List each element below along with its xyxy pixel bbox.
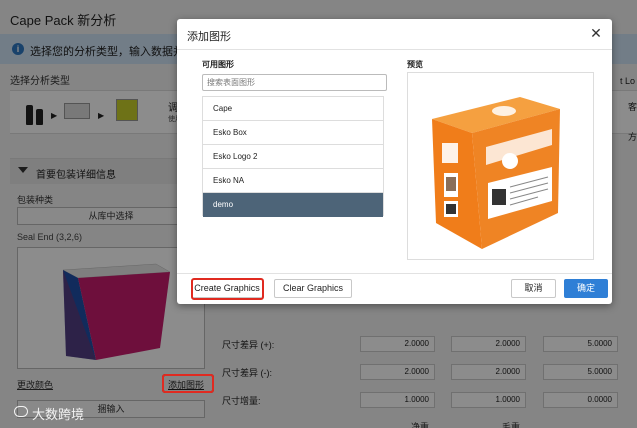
create-graphics-button[interactable]: Create Graphics [191,279,263,298]
divider [177,273,612,274]
watermark-text: 大数跨境 [32,407,85,422]
ok-button[interactable]: 确定 [564,279,608,298]
list-item[interactable]: Esko Box [203,121,383,145]
graphic-preview [407,72,594,260]
watermark-icon [14,406,28,417]
available-graphics-label: 可用图形 [202,60,234,69]
box-preview-icon [432,97,560,249]
divider [177,49,612,50]
clear-graphics-button[interactable]: Clear Graphics [274,279,352,298]
add-graphic-dialog: 添加图形 ✕ 可用图形 预览 Cape Esko Box Esko Logo 2… [177,19,612,304]
close-icon[interactable]: ✕ [588,25,604,41]
list-item[interactable]: Esko NA [203,169,383,193]
graphics-search-input[interactable] [202,74,387,91]
list-item-selected[interactable]: demo [203,193,383,217]
graphics-list: Cape Esko Box Esko Logo 2 Esko NA demo [202,96,384,217]
list-item[interactable]: Cape [203,97,383,121]
dialog-title: 添加图形 [187,31,231,43]
list-item[interactable]: Esko Logo 2 [203,145,383,169]
highlight-frame [162,374,214,393]
preview-label: 预览 [407,60,423,69]
cancel-button[interactable]: 取消 [511,279,556,298]
